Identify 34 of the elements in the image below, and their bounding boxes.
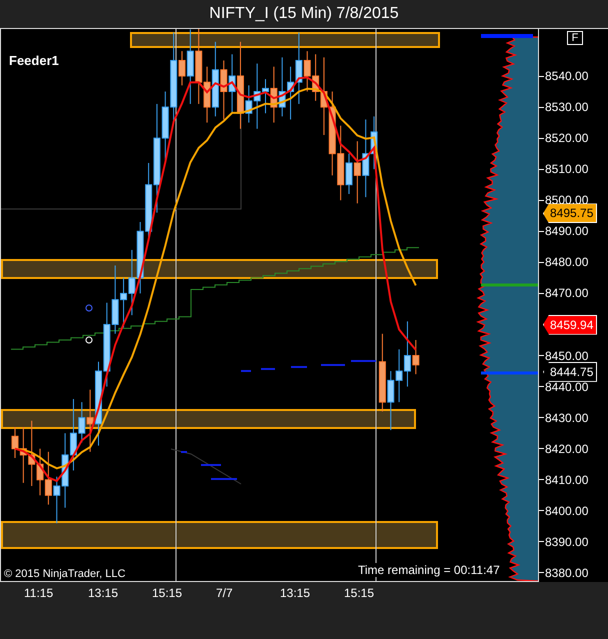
copyright-text: © 2015 NinjaTrader, LLC (4, 568, 126, 580)
profile-marker (481, 284, 538, 286)
price-label: 8490.00 (545, 224, 588, 238)
time-remaining-text: Time remaining = 00:11:47 (358, 563, 500, 577)
price-label: 8540.00 (545, 69, 588, 83)
profile-marker (481, 34, 533, 38)
price-label: 8420.00 (545, 442, 588, 456)
price-label: 8430.00 (545, 410, 588, 425)
price-label: 8380.00 (545, 566, 588, 580)
profile-marker (481, 372, 538, 374)
price-tag: 8444.75 (543, 362, 598, 382)
signal-dot (86, 304, 92, 312)
price-label: 8440.00 (545, 380, 588, 394)
time-label: 15:15 (344, 585, 376, 602)
price-label: 8390.00 (545, 534, 588, 549)
window-title: NIFTY_I (15 Min) 7/8/2015 (208, 4, 400, 24)
signal-dot (86, 336, 92, 344)
price-label: 8480.00 (545, 255, 588, 270)
price-label: 8450.00 (545, 348, 588, 363)
f-button[interactable]: F (567, 31, 583, 45)
price-tag: 8495.75 (543, 203, 598, 224)
time-label: 11:15 (24, 585, 54, 602)
time-label: 13:15 (88, 585, 120, 602)
price-tag: 8459.94 (543, 314, 598, 335)
price-label: 8470.00 (545, 286, 588, 300)
time-label: 13:15 (280, 585, 312, 602)
price-label: 8510.00 (545, 162, 588, 176)
price-label: 8400.00 (545, 504, 588, 518)
time-label: 15:15 (152, 585, 184, 602)
price-label: 8520.00 (545, 131, 588, 146)
chart-label: Feeder1 (9, 53, 59, 68)
time-label: 7/7 (216, 585, 234, 602)
price-label: 8530.00 (545, 100, 588, 114)
price-label: 8410.00 (545, 472, 588, 487)
